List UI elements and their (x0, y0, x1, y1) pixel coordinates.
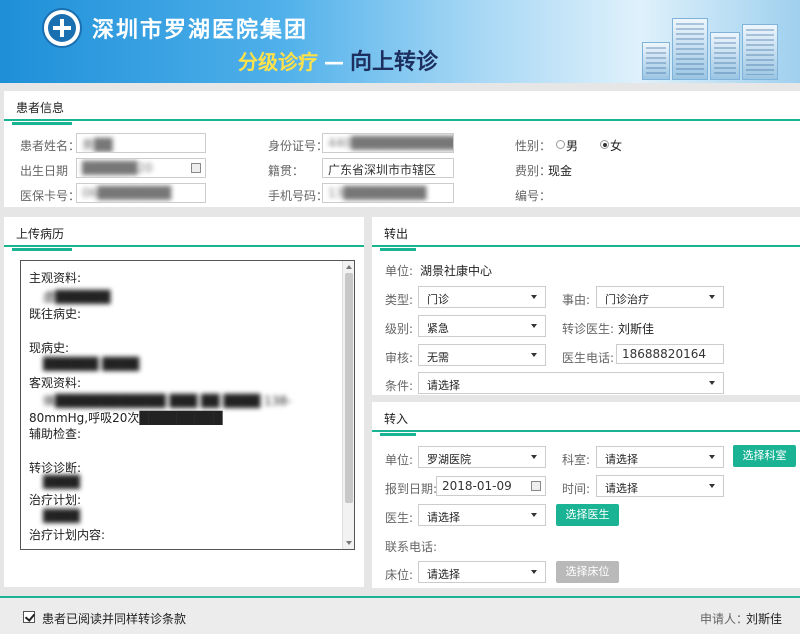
record-line: 虚██████ (43, 290, 111, 304)
patient-info-header: 患者信息 (4, 91, 800, 125)
gender-label: 性别： (515, 139, 552, 153)
page-subtitle: 分级诊疗 — 向上转诊 (238, 44, 438, 76)
number-label: 编号： (515, 189, 552, 203)
record-line: 主观资料: (29, 271, 82, 285)
native-field[interactable]: 广东省深圳市市辖区 (322, 158, 454, 178)
applicant-value: 刘斯佳 (746, 612, 783, 626)
insurance-label: 医保卡号： (20, 189, 81, 203)
transfer-in-title: 转入 (379, 412, 417, 436)
gender-female-label: 女 (610, 139, 623, 153)
out-reason-label: 事由: (562, 293, 591, 307)
header-banner: 深圳市罗湖医院集团 分级诊疗 — 向上转诊 (0, 0, 800, 83)
gender-female-radio[interactable] (600, 140, 609, 149)
in-dept-select[interactable]: 请选择 (596, 446, 724, 468)
subtitle-dash: — (324, 50, 344, 74)
native-label: 籍贯： (268, 164, 305, 178)
select-doctor-button[interactable]: 选择医生 (556, 504, 619, 526)
select-dept-button[interactable]: 选择科室 (733, 445, 796, 467)
in-date-field[interactable]: 2018-01-09 (436, 476, 546, 496)
in-unit-label: 单位: (385, 453, 414, 467)
footer-bar: 患者已阅读并同样转诊条款 申请人： 刘斯佳 (0, 596, 800, 634)
agree-checkbox[interactable] (23, 611, 35, 623)
out-review-label: 审核: (385, 351, 414, 365)
out-level-label: 级别: (385, 322, 414, 336)
record-line: 现病史: (29, 341, 70, 355)
scroll-up-icon[interactable] (346, 265, 352, 269)
insurance-field[interactable]: 06████████ (76, 183, 206, 203)
in-dept-label: 科室: (562, 453, 591, 467)
applicant-label: 申请人： (700, 612, 749, 626)
agree-label: 患者已阅读并同样转诊条款 (42, 612, 187, 626)
medical-record-textarea[interactable]: 主观资料: 虚██████ 既往病史: 现病史: ██████ ████ 客观资… (20, 260, 355, 550)
in-doctor-label: 医生: (385, 511, 414, 525)
in-unit-select[interactable]: 罗湖医院 (418, 446, 546, 468)
out-unit-value: 湖景社康中心 (420, 264, 493, 278)
in-time-label: 时间: (562, 482, 591, 496)
in-date-label: 报到日期: (385, 482, 438, 496)
out-type-label: 类型: (385, 293, 414, 307)
transfer-in-header: 转入 (372, 402, 800, 436)
record-line: 体████████████ ███ ██ ████ 138- (43, 394, 292, 408)
dob-label: 出生日期 (20, 164, 69, 178)
id-label: 身份证号： (268, 139, 329, 153)
record-line: ████ (43, 475, 80, 489)
record-line: ██████ ████ (43, 357, 140, 371)
id-field[interactable]: 440█████████████23 (322, 133, 454, 153)
hospital-building-image (632, 10, 782, 80)
out-reason-select[interactable]: 门诊治疗 (596, 286, 724, 308)
record-line: 治疗计划内容: (29, 528, 106, 542)
select-bed-button[interactable]: 选择床位 (556, 561, 619, 583)
out-doctor-phone-label: 医生电话: (562, 351, 615, 365)
record-line: 既往病史: (29, 307, 82, 321)
subtitle-main: 向上转诊 (350, 50, 439, 75)
in-bed-label: 床位: (385, 568, 414, 582)
in-doctor-select[interactable]: 请选择 (418, 504, 546, 526)
calendar-icon[interactable] (531, 481, 541, 491)
in-time-select[interactable]: 请选择 (596, 475, 724, 497)
subtitle-left: 分级诊疗 (238, 50, 318, 74)
scroll-down-icon[interactable] (346, 541, 352, 545)
out-condition-label: 条件: (385, 379, 414, 393)
fee-label: 费别： (515, 164, 552, 178)
out-doctor-value: 刘斯佳 (618, 322, 655, 336)
in-contact-label: 联系电话: (385, 540, 438, 554)
out-doctor-label: 转诊医生: (562, 322, 615, 336)
records-title: 上传病历 (11, 227, 73, 251)
hospital-name: 深圳市罗湖医院集团 (92, 17, 309, 43)
name-field[interactable]: 黄██ (76, 133, 206, 153)
name-label: 患者姓名： (20, 139, 81, 153)
dob-field[interactable]: ██████20 (76, 158, 206, 178)
out-level-select[interactable]: 紧急 (418, 315, 546, 337)
hospital-logo-icon (42, 8, 82, 48)
transfer-out-header: 转出 (372, 217, 800, 251)
record-line: 转诊诊断: (29, 461, 82, 475)
record-line: 80mmHg,呼吸20次█████████ (29, 411, 223, 425)
gender-male-label: 男 (566, 139, 579, 153)
patient-info-title: 患者信息 (11, 101, 73, 125)
calendar-icon[interactable] (191, 163, 201, 173)
record-line: 辅助检查: (29, 427, 82, 441)
records-header: 上传病历 (4, 217, 364, 251)
out-doctor-phone-field[interactable]: 18688820164 (616, 344, 724, 364)
out-review-select[interactable]: 无需 (418, 344, 546, 366)
scroll-thumb[interactable] (345, 273, 353, 503)
transfer-out-title: 转出 (379, 227, 417, 251)
out-type-select[interactable]: 门诊 (418, 286, 546, 308)
record-line: 治疗计划: (29, 493, 82, 507)
out-unit-label: 单位: (385, 264, 414, 278)
phone-field[interactable]: 13█████████ (322, 183, 454, 203)
out-condition-select[interactable]: 请选择 (418, 372, 724, 394)
record-line: 客观资料: (29, 376, 82, 390)
gender-male-radio[interactable] (556, 140, 565, 149)
in-bed-select[interactable]: 请选择 (418, 561, 546, 583)
phone-label: 手机号码： (268, 189, 329, 203)
fee-value: 现金 (548, 164, 573, 178)
record-line: ████ (43, 509, 80, 523)
record-scrollbar[interactable] (342, 261, 354, 549)
